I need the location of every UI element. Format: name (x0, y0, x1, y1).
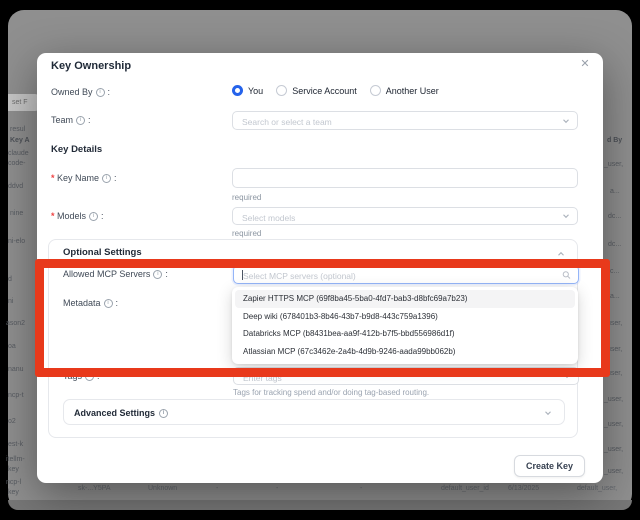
tags-label: Tags : (63, 371, 100, 381)
background-cell: itellm- (6, 456, 25, 463)
background-cell: claude (8, 150, 29, 157)
background-cell: c... (610, 268, 619, 275)
team-select[interactable] (232, 111, 578, 130)
optional-settings-heading: Optional Settings (63, 247, 142, 258)
radio-owned-by-service-account[interactable]: Service Account (276, 85, 357, 96)
mcp-option-databricks[interactable]: Databricks MCP (b8431bea-aa9f-412b-b7f5-… (235, 325, 575, 343)
info-icon[interactable] (89, 212, 98, 221)
key-name-label: Key Name : (51, 173, 117, 183)
chevron-up-icon[interactable] (557, 250, 565, 258)
key-details-heading: Key Details (51, 144, 102, 155)
background-cell: ddvd (8, 183, 23, 190)
metadata-label: Metadata : (63, 298, 118, 308)
background-cell: ni (8, 298, 13, 305)
background-cell: _user, (604, 446, 623, 453)
models-required-hint: required (232, 229, 261, 238)
background-cell: ni-elo (8, 238, 25, 245)
mcp-servers-dropdown: Zapier HTTPS MCP (69f8ba45-5ba0-4fd7-bab… (232, 287, 578, 364)
tags-helper-text: Tags for tracking spend and/or doing tag… (233, 388, 429, 397)
background-table-cell-status: Unknown (148, 485, 177, 492)
background-cell: est-k (8, 441, 23, 448)
info-icon[interactable] (102, 174, 111, 183)
radio-unselected-icon (276, 85, 287, 96)
mcp-option-deep-wiki[interactable]: Deep wiki (678401b3-8b46-43b7-b9d8-443c7… (235, 308, 575, 326)
background-cell: ncp-l (6, 479, 21, 486)
background-cell: key (8, 466, 19, 473)
mcp-option-atlassian[interactable]: Atlassian MCP (67c3462e-2a4b-4d9b-9246-a… (235, 343, 575, 361)
radio-owned-by-another-user[interactable]: Another User (370, 85, 439, 96)
window-bottom-edge (8, 500, 632, 510)
background-cell: _user, (604, 396, 623, 403)
background-cell: user, (607, 346, 622, 353)
background-table-cell-date: 6/13/2025 (508, 485, 539, 492)
background-cell: o2 (8, 418, 16, 425)
background-table-cell-key: sk-...Y5PA (78, 485, 111, 492)
mcp-servers-search-input[interactable] (234, 268, 578, 285)
background-table-cell: - (216, 485, 218, 492)
chevron-down-icon (562, 117, 570, 125)
radio-unselected-icon (370, 85, 381, 96)
background-cell: nine (10, 210, 23, 217)
background-column-header: Key A (10, 137, 30, 144)
background-cell: d (8, 276, 12, 283)
background-table-cell: - (276, 485, 278, 492)
owned-by-radio-group: You Service Account Another User (232, 85, 439, 96)
background-cell: a... (610, 293, 620, 300)
info-icon[interactable] (96, 88, 105, 97)
background-cell: dc... (608, 213, 621, 220)
models-select[interactable] (232, 207, 578, 225)
background-table-cell: - (360, 485, 362, 492)
tags-select[interactable] (233, 367, 579, 385)
background-cell: a... (610, 188, 620, 195)
advanced-settings-card[interactable]: Advanced Settings (63, 399, 565, 425)
background-cell: oa (8, 343, 16, 350)
info-icon[interactable] (76, 116, 85, 125)
info-icon[interactable] (85, 372, 94, 381)
background-cell: _user, (604, 161, 623, 168)
background-cell: user, (607, 370, 622, 377)
background-cell: _user, (604, 468, 623, 475)
background-cell: key (8, 489, 19, 496)
team-label: Team : (51, 115, 91, 125)
models-label: Models : (51, 211, 104, 221)
background-column-header: d By (607, 137, 622, 144)
owned-by-label: Owned By : (51, 87, 110, 97)
background-cell: _user, (604, 421, 623, 428)
background-table-cell-created-by: default_user, (577, 485, 617, 492)
key-name-input[interactable] (232, 168, 578, 188)
background-cell: dc... (608, 241, 621, 248)
modal-title: Key Ownership (51, 60, 131, 72)
allowed-mcp-servers-select[interactable] (233, 265, 579, 284)
allowed-mcp-servers-label: Allowed MCP Servers : (63, 269, 168, 279)
create-key-modal: Key Ownership ✕ Owned By : You Service A… (37, 53, 603, 483)
radio-selected-icon (232, 85, 243, 96)
create-key-button[interactable]: Create Key (514, 455, 585, 477)
advanced-settings-heading: Advanced Settings (74, 408, 168, 418)
team-select-input[interactable] (233, 114, 577, 131)
chevron-down-icon (563, 372, 571, 380)
background-reset-filters-button-fragment: set F (8, 94, 39, 111)
chevron-down-icon (544, 409, 552, 417)
radio-owned-by-you[interactable]: You (232, 85, 263, 96)
search-icon (562, 270, 571, 279)
info-icon[interactable] (153, 270, 162, 279)
background-cell: code- (8, 160, 26, 167)
background-cell: nanu (8, 366, 24, 373)
tags-input[interactable] (234, 370, 578, 386)
info-icon (159, 409, 168, 418)
text-cursor (242, 270, 243, 280)
close-icon[interactable]: ✕ (578, 57, 592, 71)
info-icon[interactable] (104, 299, 113, 308)
mcp-option-zapier[interactable]: Zapier HTTPS MCP (69f8ba45-5ba0-4fd7-bab… (235, 290, 575, 308)
models-select-input[interactable] (233, 210, 577, 226)
key-name-text-input[interactable] (233, 170, 577, 188)
background-table-cell-user: default_user_id (441, 485, 489, 492)
background-cell: ncp-t (8, 392, 24, 399)
background-results-text: resul (10, 126, 25, 133)
background-cell: ason2 (6, 320, 25, 327)
key-name-required-hint: required (232, 193, 261, 202)
background-cell: user, (607, 320, 622, 327)
chevron-down-icon (562, 212, 570, 220)
